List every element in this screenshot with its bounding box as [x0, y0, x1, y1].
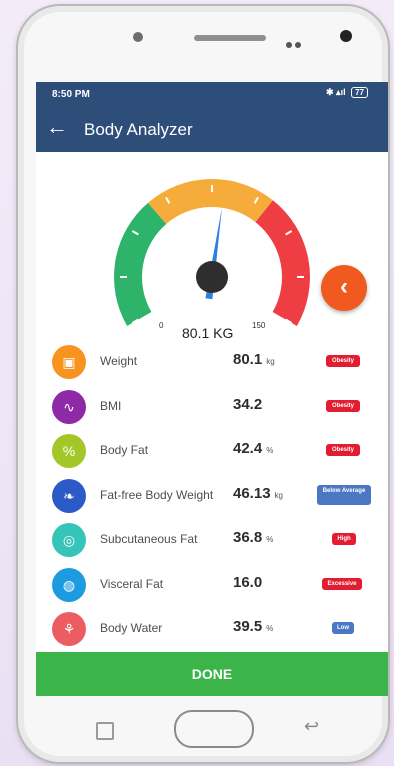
- metric-value-group: 42.4%: [233, 440, 273, 457]
- metric-value: 80.1: [233, 351, 263, 368]
- metric-name: Visceral Fat: [100, 576, 164, 591]
- metric-name: BMI: [100, 398, 122, 413]
- metric-value-group: 80.1 kg: [233, 351, 275, 368]
- metric-value: 39.5: [233, 618, 263, 635]
- status-badge: Excessive: [322, 577, 362, 590]
- weight-gauge: 0 80.1 KG 150: [114, 179, 310, 341]
- metric-name: Weight: [100, 354, 138, 368]
- battery-icon: 77: [351, 87, 368, 98]
- organ-icon: ◍: [52, 567, 86, 602]
- metric-value-group: 34.2: [233, 396, 266, 413]
- metric-unit: %: [266, 535, 274, 544]
- metric-name: Body Water: [100, 621, 163, 635]
- metric-row[interactable]: ❧ Fat-free Body Weight 46.13 kg Below Averag…: [36, 474, 388, 518]
- sensor-dots: [286, 35, 308, 48]
- gauge-arc-low: [114, 202, 167, 326]
- metric-value-group: 46.13 kg: [233, 485, 283, 502]
- gauge-reading: 80.1 KG: [182, 325, 233, 341]
- collapse-button[interactable]: ‹: [321, 265, 367, 311]
- weight-icon: ▣: [52, 345, 86, 379]
- metric-unit: %: [266, 624, 274, 633]
- status-time: 8:50 PM: [52, 89, 90, 100]
- gauge-min-label: 0: [159, 321, 164, 330]
- status-badge: Obesity: [326, 444, 360, 456]
- gauge-arc-mid: [147, 179, 273, 225]
- metric-row[interactable]: ◎ Subcutaneous Fat 36.8% High: [36, 518, 388, 562]
- metric-name: Body Fat: [100, 443, 149, 457]
- metric-value-group: 36.8%: [233, 529, 273, 546]
- page-title: Body Analyzer: [84, 120, 193, 139]
- arrow-left-icon[interactable]: ←: [46, 116, 68, 138]
- app-bar: ← Body Analyzer: [36, 106, 388, 152]
- status-badge: Obesity: [326, 399, 360, 412]
- fat-cell-icon: ◎: [52, 523, 86, 557]
- status-bar: 8:50 PM ✱ ▴ıl 77: [36, 82, 388, 106]
- metric-row[interactable]: ⚘ Body Water 39.5% Low: [36, 607, 388, 651]
- metric-row[interactable]: ▣ Weight 80.1 kg Obesity: [36, 340, 388, 384]
- signal-icon: ✱ ▴ıl: [326, 87, 346, 97]
- metric-unit: kg: [274, 490, 283, 500]
- front-camera: [340, 30, 352, 42]
- home-button-icon[interactable]: [174, 710, 254, 748]
- water-drop-icon: ⚘: [52, 612, 86, 646]
- metric-value: 42.4: [233, 440, 263, 457]
- status-badge: Below Average: [317, 484, 371, 505]
- app-screen: 8:50 PM ✱ ▴ıl 77 ← Body Analyzer 0 80.1 …: [36, 82, 388, 696]
- metric-row[interactable]: % Body Fat 42.4% Obesity: [36, 429, 388, 473]
- recent-apps-icon[interactable]: [96, 722, 114, 740]
- metric-name: Subcutaneous Fat: [100, 532, 198, 546]
- metric-value: 16.0: [233, 573, 263, 591]
- done-button[interactable]: DONE: [36, 652, 388, 696]
- metric-unit: kg: [266, 357, 275, 366]
- metric-value: 34.2: [233, 395, 263, 413]
- pulse-icon: ∿: [52, 389, 86, 424]
- metric-row[interactable]: ∿ BMI 34.2 Obesity: [36, 385, 388, 429]
- status-badge: High: [332, 533, 356, 545]
- gauge-max-label: 150: [252, 321, 266, 330]
- percent-icon: %: [52, 434, 86, 468]
- proximity-sensor: [133, 32, 143, 42]
- status-badge: Obesity: [326, 355, 360, 367]
- gauge-arc-high: [255, 200, 310, 326]
- metric-unit: %: [266, 446, 274, 455]
- status-icons: ✱ ▴ıl 77: [326, 87, 368, 98]
- status-badge: Low: [332, 622, 354, 634]
- gauge-hub: [196, 261, 228, 293]
- metric-value: 46.13: [233, 484, 271, 502]
- leaf-icon: ❧: [52, 478, 86, 513]
- back-arrow-icon[interactable]: ↩: [304, 716, 319, 737]
- metric-value-group: 16.0: [233, 574, 266, 591]
- speaker-grille: [194, 35, 266, 41]
- metric-value: 36.8: [233, 529, 263, 546]
- metric-value-group: 39.5%: [233, 618, 273, 635]
- metric-name: Fat-free Body Weight: [100, 487, 214, 502]
- metric-row[interactable]: ◍ Visceral Fat 16.0 Excessive: [36, 563, 388, 607]
